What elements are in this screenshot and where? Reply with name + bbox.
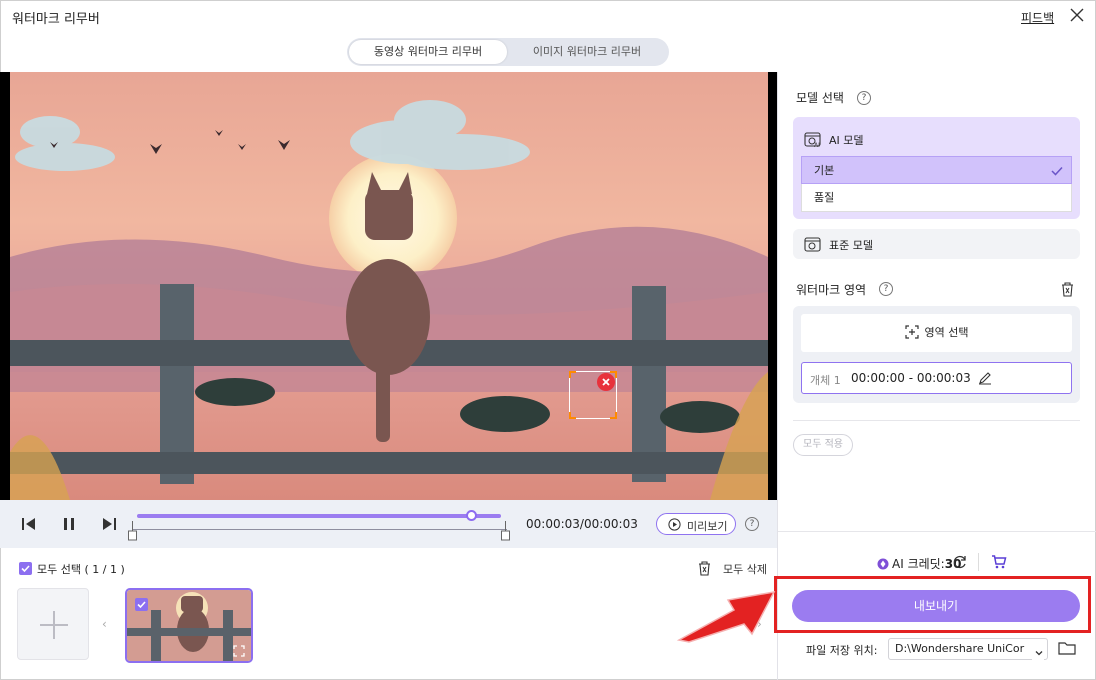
- standard-model-icon: [804, 237, 821, 252]
- ai-option-basic[interactable]: 기본: [801, 156, 1072, 184]
- mode-tabs: 동영상 워터마크 리무버 이미지 워터마크 리무버: [347, 38, 669, 66]
- window-title: 워터마크 리무버: [12, 12, 100, 27]
- feedback-link[interactable]: 피드백: [1021, 9, 1054, 26]
- object-time: 00:00:00 - 00:00:03: [851, 371, 971, 385]
- edit-icon[interactable]: [978, 371, 992, 385]
- ai-option-basic-label: 기본: [814, 164, 835, 177]
- delete-all-button[interactable]: [697, 560, 712, 580]
- help-icon[interactable]: ?: [879, 282, 893, 296]
- svg-text:AI: AI: [814, 142, 820, 148]
- delete-area-button[interactable]: [1060, 281, 1075, 301]
- checkmark-icon: [1051, 166, 1063, 176]
- remove-selection-button[interactable]: [597, 373, 615, 391]
- chevron-down-icon[interactable]: [1032, 643, 1044, 662]
- object-label: 개체 1: [810, 374, 841, 387]
- pointer-arrow-icon: [676, 584, 780, 650]
- trim-range-line: [133, 529, 507, 530]
- watermark-area-title: 워터마크 영역: [796, 283, 867, 297]
- close-button[interactable]: [1066, 4, 1088, 26]
- trash-icon: [699, 561, 710, 576]
- divider: [978, 553, 979, 571]
- pause-icon: [64, 518, 74, 530]
- step-back-icon: [22, 518, 35, 530]
- pause-button[interactable]: [59, 514, 79, 534]
- close-icon: [602, 378, 610, 386]
- delete-all-label[interactable]: 모두 삭제: [723, 561, 767, 577]
- cart-button[interactable]: [991, 554, 1007, 574]
- standard-model-label: 표준 모델: [829, 239, 873, 252]
- video-frame-image: [10, 72, 768, 500]
- playhead-knob[interactable]: [466, 510, 477, 521]
- scroll-left-arrow[interactable]: ‹: [102, 617, 107, 631]
- ai-option-quality-label: 품질: [814, 191, 835, 204]
- plus-icon: [40, 611, 68, 639]
- save-location-dropdown[interactable]: D:\Wondershare UniCor: [888, 638, 1048, 660]
- ai-credits: AI 크레딧:30: [877, 555, 961, 572]
- open-folder-button[interactable]: [1058, 640, 1076, 660]
- credit-icon: [877, 558, 889, 570]
- checkmark-icon: [21, 565, 30, 573]
- ai-option-quality[interactable]: 품질: [801, 184, 1072, 212]
- play-circle-icon: [668, 518, 681, 531]
- fullscreen-icon[interactable]: [233, 642, 245, 661]
- save-location-value: D:\Wondershare UniCor: [895, 642, 1025, 655]
- folder-icon: [1058, 642, 1076, 655]
- cart-icon: [992, 555, 1007, 569]
- ai-model-icon: AI: [804, 130, 822, 152]
- progress-track[interactable]: [137, 514, 501, 518]
- add-clip-button[interactable]: [17, 588, 89, 660]
- standard-model-card[interactable]: 표준 모델: [793, 229, 1080, 259]
- close-icon: [1070, 8, 1084, 22]
- refresh-icon: [953, 555, 966, 569]
- save-location-label: 파일 저장 위치:: [806, 644, 878, 657]
- trash-icon: [1062, 282, 1073, 297]
- highlight-frame: [774, 576, 1091, 633]
- preview-label: 미리보기: [687, 520, 728, 533]
- clip-thumbnail[interactable]: [125, 588, 253, 663]
- tab-image-watermark[interactable]: 이미지 워터마크 리무버: [507, 40, 667, 64]
- model-section-title: 모델 선택: [796, 91, 844, 105]
- checkmark-icon: [137, 601, 146, 609]
- clip-checkbox[interactable]: [135, 598, 148, 611]
- object-row[interactable]: 개체 1 00:00:00 - 00:00:03: [801, 362, 1072, 394]
- credits-label: AI 크레딧:: [892, 557, 945, 571]
- select-all-label: 모두 선택 ( 1 / 1 ): [37, 563, 125, 576]
- trim-start-handle[interactable]: [128, 521, 137, 541]
- video-preview[interactable]: [0, 72, 777, 500]
- area-select-button[interactable]: 영역 선택: [801, 314, 1072, 352]
- help-icon[interactable]: ?: [745, 517, 759, 531]
- timecode: 00:00:03/00:00:03: [526, 517, 638, 531]
- area-select-label: 영역 선택: [924, 326, 969, 339]
- divider: [778, 531, 1096, 532]
- trim-end-handle[interactable]: [501, 521, 510, 541]
- step-forward-icon: [103, 518, 116, 530]
- select-all-checkbox[interactable]: [19, 562, 32, 575]
- step-forward-button[interactable]: [99, 514, 119, 534]
- apply-all-button[interactable]: 모두 적용: [793, 434, 853, 456]
- divider: [793, 420, 1080, 421]
- help-icon[interactable]: ?: [857, 91, 871, 105]
- refresh-button[interactable]: [952, 554, 968, 574]
- tab-video-watermark[interactable]: 동영상 워터마크 리무버: [349, 40, 507, 64]
- ai-model-label: AI 모델: [829, 134, 864, 147]
- step-back-button[interactable]: [19, 514, 39, 534]
- preview-button[interactable]: 미리보기: [656, 513, 736, 535]
- area-select-icon: [904, 325, 919, 339]
